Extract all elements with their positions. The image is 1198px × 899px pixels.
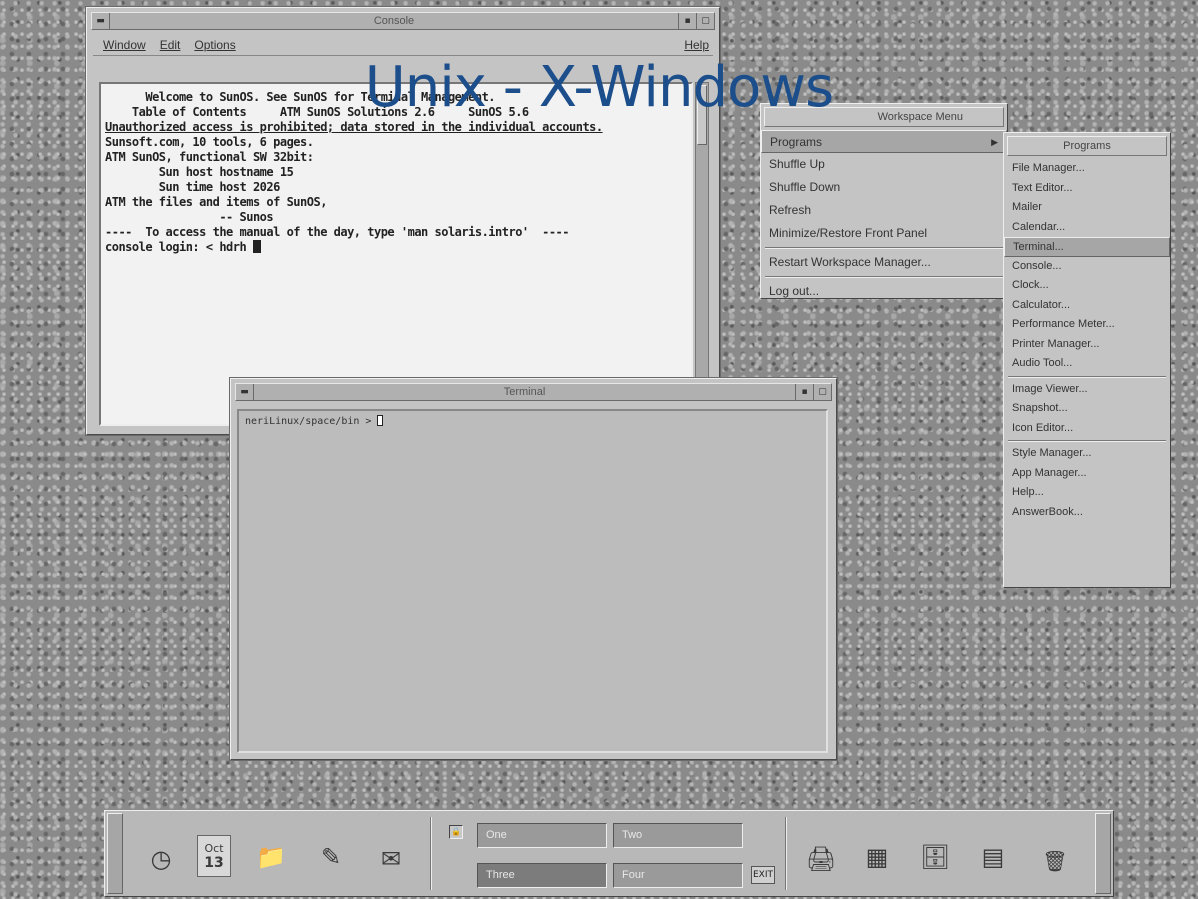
programs-menu: Programs File Manager... Text Editor... … xyxy=(1003,132,1171,588)
workspace-button-four[interactable]: Four xyxy=(613,863,743,888)
console-line: Unauthorized access is prohibited; data … xyxy=(105,120,603,134)
minimize-icon[interactable]: ▪ xyxy=(678,13,696,29)
workspace-menu-title: Workspace Menu xyxy=(764,107,1004,127)
menu-item-printer-manager[interactable]: Printer Manager... xyxy=(1004,335,1170,355)
file-manager-icon[interactable]: 📁 xyxy=(251,837,291,877)
console-login-prompt: console login: < hdrh xyxy=(105,240,247,254)
terminal-title: Terminal xyxy=(503,386,546,398)
console-line: Table of Contents ATM SunOS Solutions 2.… xyxy=(105,105,529,119)
terminal-prompt-line: neriLinux/space/bin > xyxy=(245,415,384,427)
console-line: ATM the files and items of SunOS, xyxy=(105,195,327,209)
console-line: ---- To access the manual of the day, ty… xyxy=(105,225,570,239)
console-title: Console xyxy=(373,15,415,27)
console-line: Welcome to SunOS. See SunOS for Terminal… xyxy=(105,90,496,104)
menu-item-answerbook[interactable]: AnswerBook... xyxy=(1004,503,1170,523)
menu-separator xyxy=(765,247,1003,249)
menu-item-mailer[interactable]: Mailer xyxy=(1004,198,1170,218)
menu-item-help[interactable]: Help... xyxy=(1004,483,1170,503)
menu-options[interactable]: Options xyxy=(194,38,235,52)
terminal-content[interactable]: neriLinux/space/bin > xyxy=(237,409,828,753)
console-line: Sun host hostname 15 xyxy=(105,165,294,179)
programs-menu-title: Programs xyxy=(1007,136,1167,156)
workspace-menu: Workspace Menu Programs ▶ Shuffle Up Shuf… xyxy=(760,103,1008,299)
desktop-background: ▬ Console ▪ ▢ Window Edit Options Help W… xyxy=(0,0,1198,899)
console-line: Sun time host 2026 xyxy=(105,180,281,194)
menu-separator xyxy=(765,276,1003,278)
console-window[interactable]: ▬ Console ▪ ▢ Window Edit Options Help W… xyxy=(86,7,720,435)
help-manager-icon[interactable]: ▤ xyxy=(973,837,1013,877)
menu-item-style-manager[interactable]: Style Manager... xyxy=(1004,444,1170,464)
menu-item-app-manager[interactable]: App Manager... xyxy=(1004,464,1170,484)
console-scrollbar[interactable] xyxy=(695,82,709,426)
menu-item-audio-tool[interactable]: Audio Tool... xyxy=(1004,354,1170,374)
console-titlebar[interactable]: ▬ Console ▪ ▢ xyxy=(91,12,715,30)
menu-item-snapshot[interactable]: Snapshot... xyxy=(1004,399,1170,419)
menu-item-restart-workspace-manager[interactable]: Restart Workspace Manager... xyxy=(761,251,1007,274)
submenu-arrow-icon: ▶ xyxy=(991,137,998,147)
menu-item-programs[interactable]: Programs ▶ xyxy=(761,130,1007,153)
terminal-prompt: neriLinux/space/bin > xyxy=(245,416,378,427)
text-cursor xyxy=(252,240,261,253)
menu-item-shuffle-up[interactable]: Shuffle Up xyxy=(761,153,1007,176)
terminal-titlebar[interactable]: ▬ Terminal ▪ ▢ xyxy=(235,383,832,401)
calendar-day: 13 xyxy=(204,854,224,871)
front-panel-right-handle[interactable] xyxy=(1095,813,1111,894)
text-editor-icon[interactable]: ✎ xyxy=(311,837,351,877)
maximize-icon[interactable]: ▢ xyxy=(813,384,831,400)
clock-icon[interactable]: ◷ xyxy=(141,839,181,879)
menu-window[interactable]: Window xyxy=(103,38,146,52)
front-panel-separator xyxy=(430,817,432,890)
maximize-icon[interactable]: ▢ xyxy=(696,13,714,29)
menu-item-clock[interactable]: Clock... xyxy=(1004,276,1170,296)
console-line: -- Sunos xyxy=(105,210,274,224)
style-manager-icon[interactable]: ▦ xyxy=(857,837,897,877)
menu-item-label: Programs xyxy=(770,135,823,149)
console-text-area[interactable]: Welcome to SunOS. See SunOS for Terminal… xyxy=(99,82,693,426)
mailer-icon[interactable]: ✉ xyxy=(371,839,411,879)
printer-icon[interactable]: 🖨 xyxy=(801,839,841,879)
calendar-icon[interactable]: Oct 13 xyxy=(197,835,231,877)
menu-item-calculator[interactable]: Calculator... xyxy=(1004,296,1170,316)
console-menubar: Window Edit Options Help xyxy=(93,34,713,56)
menu-item-log-out[interactable]: Log out... xyxy=(761,280,1007,303)
window-menu-icon[interactable]: ▬ xyxy=(236,384,254,400)
application-manager-icon[interactable]: 🗄 xyxy=(915,837,955,877)
console-line: Sunsoft.com, 10 tools, 6 pages. xyxy=(105,135,314,149)
front-panel-separator xyxy=(785,817,787,890)
calendar-month: Oct xyxy=(204,841,224,855)
menu-item-console[interactable]: Console... xyxy=(1004,257,1170,277)
console-login-line: console login: < hdrh xyxy=(105,240,687,255)
menu-item-minimize-front-panel[interactable]: Minimize/Restore Front Panel xyxy=(761,222,1007,245)
menu-help[interactable]: Help xyxy=(684,38,709,52)
menu-edit[interactable]: Edit xyxy=(160,38,181,52)
menu-item-file-manager[interactable]: File Manager... xyxy=(1004,159,1170,179)
menu-item-image-viewer[interactable]: Image Viewer... xyxy=(1004,380,1170,400)
workspace-button-three[interactable]: Three xyxy=(477,863,607,888)
exit-button[interactable]: EXIT xyxy=(751,866,775,884)
console-line: ATM SunOS, functional SW 32bit: xyxy=(105,150,314,164)
menu-item-calendar[interactable]: Calendar... xyxy=(1004,218,1170,238)
scrollbar-thumb[interactable] xyxy=(697,85,707,145)
workspace-button-two[interactable]: Two xyxy=(613,823,743,848)
menu-item-text-editor[interactable]: Text Editor... xyxy=(1004,179,1170,199)
trash-icon[interactable]: 🗑 xyxy=(1035,841,1075,881)
menu-separator xyxy=(1008,375,1166,378)
terminal-window[interactable]: ▬ Terminal ▪ ▢ neriLinux/space/bin > xyxy=(230,378,837,760)
menu-item-terminal[interactable]: Terminal... xyxy=(1004,237,1170,257)
lock-icon[interactable]: 🔒 xyxy=(449,825,463,839)
minimize-icon[interactable]: ▪ xyxy=(795,384,813,400)
menu-item-refresh[interactable]: Refresh xyxy=(761,199,1007,222)
menu-item-shuffle-down[interactable]: Shuffle Down xyxy=(761,176,1007,199)
front-panel-left-handle[interactable] xyxy=(107,813,123,894)
text-cursor xyxy=(377,415,384,426)
menu-item-icon-editor[interactable]: Icon Editor... xyxy=(1004,419,1170,439)
workspace-button-one[interactable]: One xyxy=(477,823,607,848)
menu-separator xyxy=(1008,440,1166,442)
front-panel: ◷ Oct 13 📁 ✎ ✉ 🔒 One Two Three Four EXIT… xyxy=(104,810,1114,897)
menu-item-performance-meter[interactable]: Performance Meter... xyxy=(1004,315,1170,335)
window-menu-icon[interactable]: ▬ xyxy=(92,13,110,29)
